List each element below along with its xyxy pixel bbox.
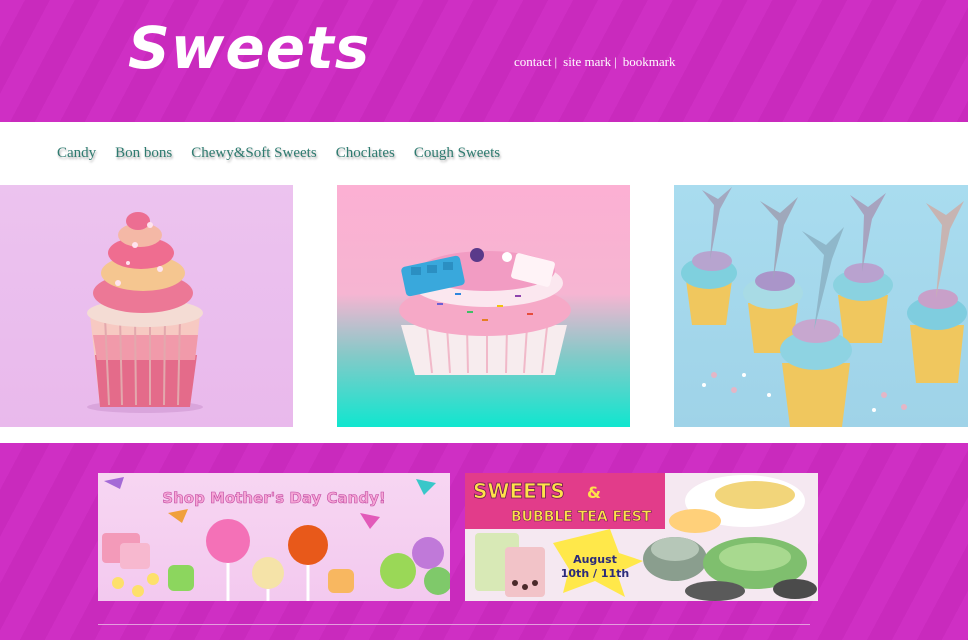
sweets-bubble-tea-fest-banner[interactable]: SWEETS & BUBBLE TEA FEST August 10th / 1… <box>465 473 818 601</box>
cupcake-photo-sprinkles[interactable] <box>337 185 630 427</box>
site-logo[interactable]: Sweets <box>128 14 370 82</box>
nav-item-cough-sweets[interactable]: Cough Sweets <box>414 145 500 162</box>
mothers-day-banner[interactable]: Shop Mother's Day Candy! <box>98 473 450 601</box>
site-header: Sweets contact | site mark | bookmark <box>0 0 968 122</box>
cupcake-illustration <box>87 212 203 413</box>
nav-item-bon-bons[interactable]: Bon bons <box>115 145 172 162</box>
site-mark-link[interactable]: site mark <box>563 54 611 70</box>
nav-item-chewy-soft-sweets[interactable]: Chewy&Soft Sweets <box>191 145 316 162</box>
cupcake-illustration <box>399 248 571 375</box>
banner-title: Shop Mother's Day Candy! <box>162 489 385 507</box>
fest-date-line1: August <box>573 553 617 566</box>
nav-item-candy[interactable]: Candy <box>57 145 96 162</box>
fest-date-line2: 10th / 11th <box>561 567 629 580</box>
top-links: contact | site mark | bookmark <box>514 54 676 70</box>
fest-title-line1: SWEETS <box>473 479 565 503</box>
gallery-separator <box>0 427 968 443</box>
mermaid-cupcakes-photo[interactable] <box>674 185 968 427</box>
link-separator: | <box>614 54 617 69</box>
bookmark-link[interactable]: bookmark <box>623 54 676 70</box>
promo-section: Shop Mother's Day Candy! SWEETS & BUBBLE… <box>0 443 968 640</box>
fest-graphic: SWEETS & BUBBLE TEA FEST August 10th / 1… <box>465 473 818 601</box>
contact-link[interactable]: contact <box>514 54 552 70</box>
category-nav: Candy Bon bons Chewy&Soft Sweets Choclat… <box>0 122 968 185</box>
footer-divider <box>98 624 810 625</box>
nav-item-choclates[interactable]: Choclates <box>336 145 395 162</box>
fest-ampersand: & <box>587 483 601 502</box>
cupcake-photo-pink-swirl[interactable] <box>0 185 293 427</box>
photo-gallery <box>0 185 968 427</box>
mothers-day-candy-graphic: Shop Mother's Day Candy! <box>102 477 450 601</box>
link-separator: | <box>554 54 558 69</box>
mermaid-cupcakes-illustration <box>681 187 967 427</box>
fest-title-line2: BUBBLE TEA FEST <box>511 509 652 525</box>
